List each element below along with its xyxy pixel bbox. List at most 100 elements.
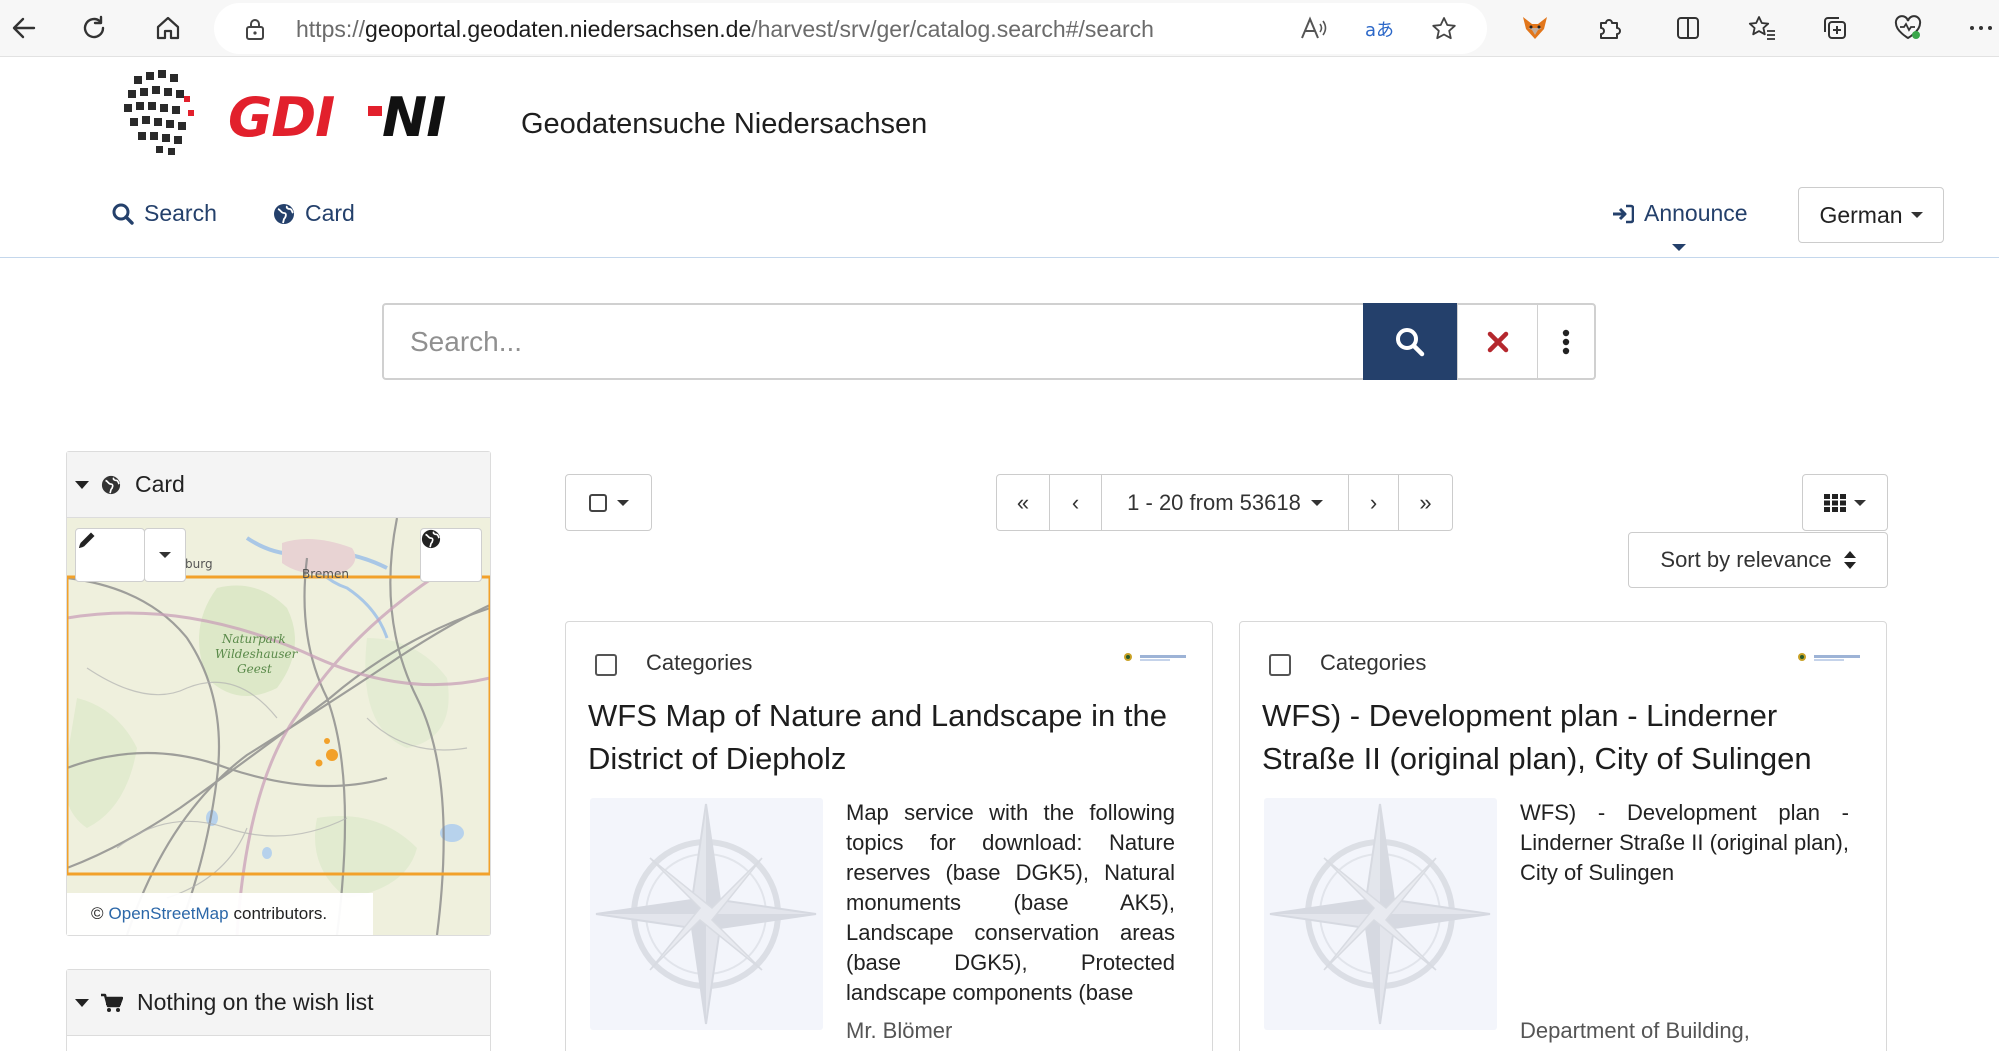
announce-link[interactable]: Announce <box>1612 200 1748 227</box>
favorite-star-icon[interactable] <box>1428 13 1460 45</box>
collapse-caret-icon <box>75 998 89 1007</box>
first-page-button[interactable]: « <box>997 475 1050 530</box>
translate-icon[interactable]: aあ <box>1364 13 1396 45</box>
compass-rose-icon <box>1269 803 1491 1025</box>
fox-extension-icon[interactable] <box>1514 7 1556 49</box>
language-dropdown[interactable]: German <box>1798 187 1944 243</box>
view-mode-dropdown[interactable] <box>1802 474 1888 531</box>
result-author: Mr. Blömer <box>846 1018 1176 1044</box>
url-text: https://geoportal.geodaten.niedersachsen… <box>296 16 1154 42</box>
map-label-bremen: Bremen <box>302 567 349 581</box>
announce-caret-icon <box>1672 244 1686 251</box>
wishlist-panel-header[interactable]: Nothing on the wish list <box>67 970 490 1036</box>
search-icon <box>1396 327 1425 356</box>
refresh-icon[interactable] <box>73 7 115 49</box>
chevron-down-icon <box>159 552 171 558</box>
extensions-icon[interactable] <box>1588 7 1630 49</box>
result-author: Department of Building, <box>1520 1018 1750 1043</box>
result-card[interactable]: Categories WFS Map of Nature and Landsca… <box>565 621 1213 1051</box>
result-category: Categories <box>1320 650 1427 675</box>
nav-search[interactable]: Search <box>112 200 217 227</box>
previous-page-button[interactable]: ‹ <box>1050 475 1102 530</box>
sort-label: Sort by relevance <box>1660 547 1832 572</box>
result-description: WFS) - Development plan - Linderner Stra… <box>1520 800 1849 885</box>
map-label-burg: burg <box>185 557 213 571</box>
nav-search-label: Search <box>144 200 217 226</box>
search-button[interactable] <box>1363 303 1457 380</box>
logo-grid-graphic <box>124 70 194 155</box>
read-aloud-icon[interactable] <box>1297 13 1329 45</box>
globe-icon <box>101 475 121 494</box>
chevron-down-icon <box>1910 212 1923 218</box>
map-view[interactable]: burg Bremen Naturpark Wildeshauser Geest… <box>67 518 490 935</box>
result-title[interactable]: WFS Map of Nature and Landscape in the D… <box>588 694 1188 780</box>
sort-icon <box>1843 551 1856 569</box>
result-checkbox[interactable] <box>595 654 617 676</box>
copyright-symbol: © <box>91 904 104 923</box>
clear-search-button[interactable] <box>1457 305 1537 378</box>
search-options-button[interactable] <box>1537 305 1594 378</box>
compass-rose-icon <box>595 803 817 1025</box>
draw-options-dropdown[interactable] <box>144 528 186 582</box>
language-label: German <box>1819 201 1903 228</box>
search-icon <box>112 203 134 225</box>
map-panel: Card burg Bremen Naturpark Wildeshauser … <box>66 451 491 936</box>
gdi-ni-logo[interactable]: GDI NI <box>124 66 494 162</box>
draw-button[interactable] <box>75 528 145 582</box>
provider-logo <box>1798 653 1860 661</box>
announce-label: Announce <box>1644 200 1748 226</box>
sort-dropdown[interactable]: Sort by relevance <box>1628 532 1888 588</box>
next-page-button[interactable]: › <box>1349 475 1399 530</box>
collections-icon[interactable] <box>1814 7 1856 49</box>
result-category: Categories <box>646 650 753 675</box>
result-description: Map service with the following topics fo… <box>846 800 1175 1005</box>
browser-essentials-icon[interactable] <box>1887 7 1929 49</box>
select-all-dropdown[interactable] <box>565 474 652 531</box>
map-attribution: © OpenStreetMap contributors. <box>67 893 373 935</box>
result-card[interactable]: Categories WFS) - Development plan - Lin… <box>1239 621 1887 1051</box>
home-icon[interactable] <box>147 7 189 49</box>
result-thumbnail[interactable] <box>590 798 823 1030</box>
nav-card-label: Card <box>305 200 355 226</box>
map-panel-header[interactable]: Card <box>67 452 490 518</box>
sign-in-icon <box>1613 204 1634 223</box>
search-input[interactable] <box>384 305 1362 378</box>
browser-toolbar: https://geoportal.geodaten.niedersachsen… <box>0 0 1999 57</box>
nav-divider <box>0 257 1999 258</box>
page-range-label: 1 - 20 from 53618 <box>1127 489 1301 515</box>
chevron-down-icon <box>1310 499 1323 506</box>
globe-icon <box>274 203 294 224</box>
attribution-suffix: contributors. <box>233 904 328 923</box>
close-icon <box>1487 331 1508 352</box>
collapse-caret-icon <box>75 480 89 489</box>
pencil-icon <box>79 532 95 548</box>
logo-text: GDI <box>228 86 334 149</box>
lock-icon <box>246 19 264 40</box>
map-label-naturpark: Naturpark <box>221 632 286 646</box>
select-all-checkbox[interactable] <box>588 493 607 512</box>
globe-icon <box>421 529 441 549</box>
page-range-dropdown[interactable]: 1 - 20 from 53618 <box>1102 475 1349 530</box>
svg-text:NI: NI <box>382 86 445 149</box>
favorites-icon[interactable] <box>1741 7 1783 49</box>
nav-card[interactable]: Card <box>273 200 355 227</box>
address-bar[interactable]: https://geoportal.geodaten.niedersachsen… <box>214 3 1487 54</box>
chevron-down-icon <box>616 499 629 506</box>
result-title[interactable]: WFS) - Development plan - Linderner Stra… <box>1262 694 1862 780</box>
provider-logo <box>1124 653 1186 661</box>
map-label-geest: Geest <box>237 662 272 676</box>
wishlist-panel: Nothing on the wish list <box>66 969 491 1051</box>
map-globe-button[interactable] <box>420 528 482 582</box>
more-menu-icon[interactable] <box>1960 7 1999 49</box>
last-page-button[interactable]: » <box>1399 475 1452 530</box>
split-screen-icon[interactable] <box>1667 7 1709 49</box>
result-checkbox[interactable] <box>1269 654 1291 676</box>
site-title: Geodatensuche Niedersachsen <box>521 108 928 140</box>
grid-view-icon <box>1824 493 1846 512</box>
result-thumbnail[interactable] <box>1264 798 1497 1030</box>
svg-text:aあ: aあ <box>1365 20 1394 41</box>
search-bar <box>382 303 1596 380</box>
vertical-dots-icon <box>1562 329 1570 354</box>
openstreetmap-link[interactable]: OpenStreetMap <box>109 904 229 924</box>
back-icon[interactable] <box>3 7 45 49</box>
